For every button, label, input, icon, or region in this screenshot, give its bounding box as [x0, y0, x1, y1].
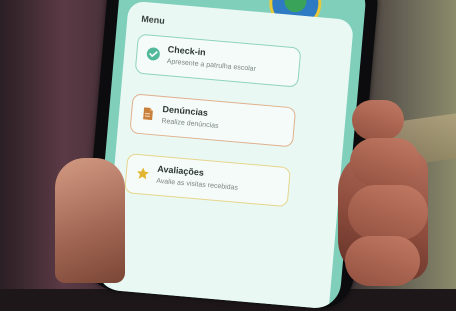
star-icon	[137, 167, 149, 180]
phone-screen: Menu Check-in Apresente a patrulha escol…	[93, 0, 368, 311]
logo-emblem	[283, 0, 308, 14]
denuncias-title: Denúncias	[162, 103, 209, 118]
checkin-subtitle: Apresente a patrulha escolar	[166, 58, 257, 73]
finger	[348, 185, 428, 240]
document-icon	[143, 107, 153, 121]
denuncias-subtitle: Realize denúncias	[161, 117, 219, 130]
checkin-card[interactable]: Check-in Apresente a patrulha escolar	[134, 33, 302, 88]
finger	[345, 236, 420, 286]
phone-device: Menu Check-in Apresente a patrulha escol…	[81, 0, 381, 311]
finger	[352, 100, 404, 140]
denuncias-card[interactable]: Denúncias Realize denúncias	[129, 93, 297, 148]
menu-title: Menu	[140, 13, 166, 26]
menu-panel: Menu Check-in Apresente a patrulha escol…	[102, 0, 355, 311]
avaliacoes-subtitle: Avalie as visitas recebidas	[155, 177, 239, 192]
avaliacoes-card[interactable]: Avaliações Avalie as visitas recebidas	[124, 153, 291, 208]
avaliacoes-title: Avaliações	[156, 163, 205, 178]
check-circle-icon	[146, 47, 160, 61]
left-thumb	[55, 158, 125, 283]
checkin-title: Check-in	[167, 44, 207, 58]
finger	[350, 138, 420, 186]
